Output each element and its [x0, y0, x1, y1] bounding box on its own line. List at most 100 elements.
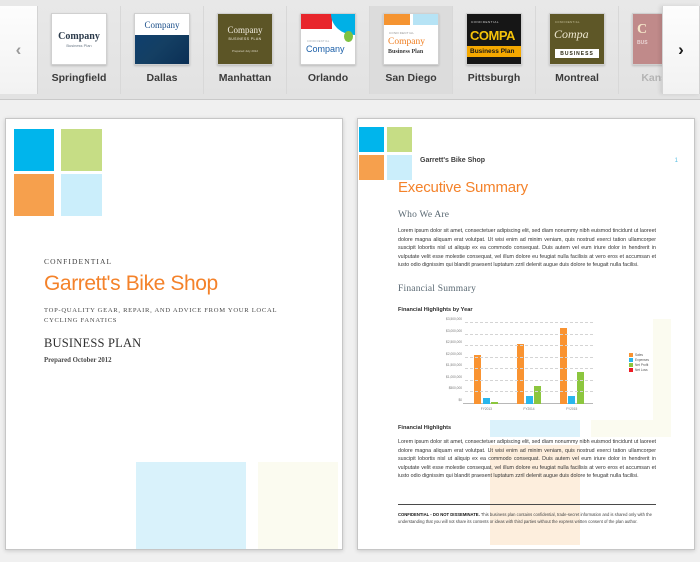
template-item-pittsburgh[interactable]: CONFIDENTIAL COMPA Business Plan Pittsbu…: [453, 6, 536, 94]
chart-y-tick-label: $2,500,000: [446, 340, 462, 345]
chart-x-tick-label: FY2015: [566, 407, 578, 411]
cover-color-block-green: [61, 129, 102, 171]
chart-caption: Financial Highlights by Year: [398, 306, 473, 313]
cover-subtitle-text: Business Plan: [66, 42, 92, 48]
running-header: Garrett's Bike Shop 1: [420, 157, 678, 164]
chart-legend-item: Net Loss: [629, 368, 649, 373]
template-label: Montreal: [555, 72, 599, 84]
subsection-who-we-are: Who We Are: [398, 210, 450, 220]
confidentiality-footer: CONFIDENTIAL - DO NOT DISSEMINATE. This …: [398, 512, 656, 525]
cover-subtitle-text: BUS: [637, 40, 648, 46]
chart-y-tick-label: $0: [458, 398, 462, 402]
cover-tagline: TOP-QUALITY GEAR, REPAIR, AND ADVICE FRO…: [44, 307, 277, 324]
cover-confidential-text: CONFIDENTIAL: [471, 20, 500, 24]
financial-highlights-chart: FY2013 FY2014 FY2015 $3,500,000 $3,000,000 $…: [413, 315, 653, 420]
cover-company-text: Company: [144, 19, 180, 30]
template-label: Pittsburgh: [467, 72, 521, 84]
cover-company-text: COMPA: [470, 28, 515, 43]
cover-company-title: Garrett's Bike Shop: [44, 272, 218, 295]
template-cover-dallas: Company: [134, 13, 190, 65]
cover-background-block-cream: [258, 462, 338, 549]
template-thumbnail-list: Company Business Plan Springfield Compan…: [38, 6, 700, 94]
subsection-financial-summary: Financial Summary: [398, 283, 477, 294]
cover-art-block: [301, 14, 333, 29]
cover-art-block: [344, 31, 353, 42]
template-item-dallas[interactable]: Company Dallas: [121, 6, 204, 94]
interior-color-block-pale-blue: [387, 155, 412, 180]
template-item-montreal[interactable]: CONFIDENTIAL Compa BUSINESS Montreal: [536, 6, 619, 94]
subsection-financial-highlights: Financial Highlights: [398, 425, 452, 431]
template-cover-manhattan: Company BUSINESS PLAN Prepared July 2012: [217, 13, 273, 65]
template-cover-montreal: CONFIDENTIAL Compa BUSINESS: [549, 13, 605, 65]
interior-page-preview[interactable]: Garrett's Bike Shop 1 Executive Summary …: [357, 118, 695, 550]
cover-confidential-text: CONFIDENTIAL: [389, 31, 415, 35]
chart-y-tick-label: $1,000,000: [446, 374, 462, 379]
section-title-executive-summary: Executive Summary: [398, 179, 528, 196]
cover-art-block: [384, 14, 410, 25]
cover-confidential-text: CONFIDENTIAL: [555, 21, 581, 24]
template-label: Manhattan: [218, 72, 272, 84]
scroll-left-chevron-icon[interactable]: ‹: [0, 6, 38, 94]
chart-y-tick-label: $3,000,000: [446, 328, 462, 333]
chart-plot-area: FY2013 FY2014 FY2015 $3,500,000 $3,000,000 $…: [446, 317, 593, 411]
chart-bar: [576, 371, 584, 404]
chart-gridline: [465, 379, 593, 381]
chart-gridline: [465, 356, 593, 358]
cover-prepared-date: Prepared October 2012: [44, 356, 112, 364]
chart-y-tick-label: $1,500,000: [446, 363, 462, 368]
chart-y-tick-label: $3,500,000: [446, 317, 462, 321]
scroll-right-chevron-icon[interactable]: ›: [662, 6, 700, 94]
interior-body-lower: Financial Highlights Lorem ipsum dolor s…: [398, 425, 656, 481]
interior-body: Executive Summary Who We Are Lorem ipsum…: [398, 179, 656, 313]
who-we-are-paragraph: Lorem ipsum dolor sit amet, consectetuer…: [398, 228, 656, 269]
chart-gridline: [465, 403, 593, 404]
chart-legend: Sales Expenses Net Profit Net Loss: [629, 353, 649, 373]
page-number: 1: [674, 157, 678, 164]
chart-legend-item: Expenses: [629, 358, 649, 363]
chart-legend-label: Sales: [635, 353, 643, 358]
cover-company-text: Company: [227, 25, 263, 35]
cover-color-block-orange: [14, 174, 54, 216]
cover-text-block: CONFIDENTIAL Garrett's Bike Shop TOP-QUA…: [44, 257, 324, 364]
chart-y-tick-label: $2,000,000: [446, 351, 462, 356]
cover-subtitle-text: Business Plan: [467, 46, 521, 57]
chart-legend-label: Net Profit: [635, 363, 649, 368]
cover-company-text: Compa: [554, 27, 589, 41]
chart-bar: [517, 343, 524, 404]
cover-subtitle-text: BUSINESS PLAN: [228, 37, 262, 41]
chart-bar: [559, 327, 567, 404]
chart-gridline: [465, 391, 593, 393]
template-item-manhattan[interactable]: Company BUSINESS PLAN Prepared July 2012…: [204, 6, 287, 94]
template-cover-pittsburgh: CONFIDENTIAL COMPA Business Plan: [466, 13, 522, 65]
chart-legend-item: Sales: [629, 353, 649, 358]
cover-confidential-label: CONFIDENTIAL: [44, 257, 113, 266]
template-item-springfield[interactable]: Company Business Plan Springfield: [38, 6, 121, 94]
template-cover-orlando: CONFIDENTIAL Company: [300, 13, 356, 65]
cover-confidential-text: CONFIDENTIAL: [307, 40, 330, 43]
template-label: Orlando: [307, 72, 349, 84]
template-label: Dallas: [146, 72, 178, 84]
chart-legend-swatch: [629, 358, 633, 363]
chart-bar: [534, 386, 541, 404]
cover-company-text: C: [637, 22, 648, 37]
cover-company-text: Company: [388, 36, 425, 47]
chart-legend-swatch: [629, 363, 633, 368]
template-picker-strip: ‹ Company Business Plan Springfield Comp…: [0, 6, 700, 94]
chart-gridline: [465, 322, 593, 323]
template-label: San Diego: [385, 72, 437, 84]
chart-y-tick-label: $500,000: [448, 386, 462, 391]
template-item-orlando[interactable]: CONFIDENTIAL Company Orlando: [287, 6, 370, 94]
cover-color-block-cyan: [14, 129, 54, 171]
cover-page-preview[interactable]: CONFIDENTIAL Garrett's Bike Shop TOP-QUA…: [5, 118, 343, 550]
chart-gridline: [465, 345, 593, 347]
interior-color-block-cyan: [359, 127, 384, 152]
cover-color-block-pale-blue: [61, 174, 102, 216]
cover-company-text: Company: [306, 44, 345, 54]
template-item-san-diego[interactable]: CONFIDENTIAL Company Business Plan San D…: [370, 6, 453, 94]
chart-legend-label: Net Loss: [635, 368, 648, 373]
chart-legend-swatch: [629, 353, 633, 358]
prev-arrow-glyph: ‹: [15, 40, 22, 59]
template-cover-san-diego: CONFIDENTIAL Company Business Plan: [383, 13, 439, 65]
running-header-title: Garrett's Bike Shop: [420, 157, 486, 164]
cover-date-text: Prepared July 2012: [231, 49, 259, 53]
